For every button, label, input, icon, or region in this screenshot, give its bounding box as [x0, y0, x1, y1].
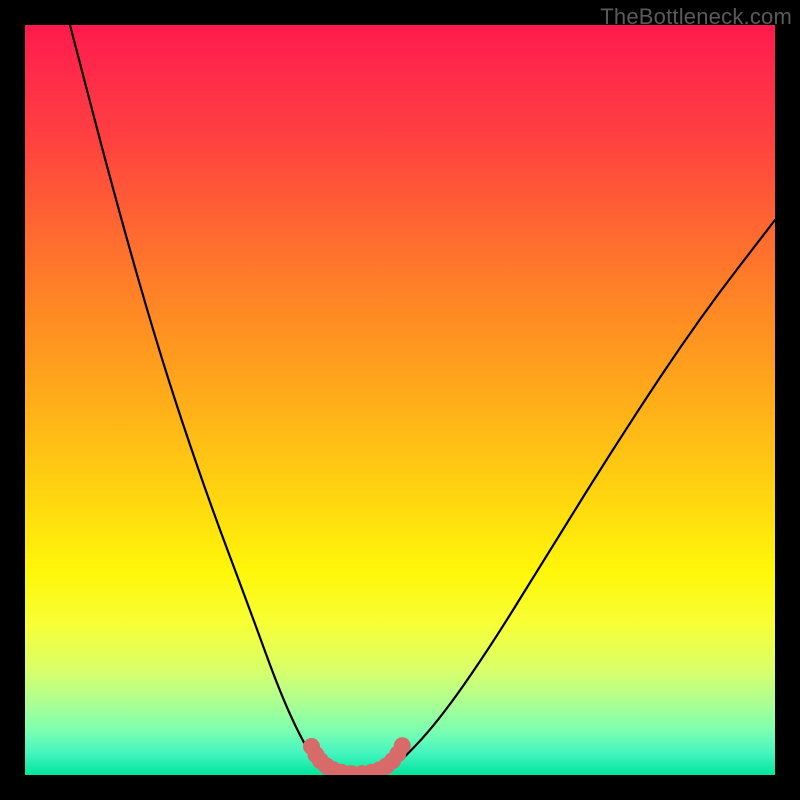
curve-path: [70, 25, 775, 774]
plot-area: [25, 25, 775, 775]
valley-marker-dot: [394, 737, 411, 754]
curve-layer: [25, 25, 775, 775]
bottleneck-curve: [70, 25, 775, 774]
outer-frame: TheBottleneck.com: [0, 0, 800, 800]
valley-markers: [303, 737, 411, 775]
